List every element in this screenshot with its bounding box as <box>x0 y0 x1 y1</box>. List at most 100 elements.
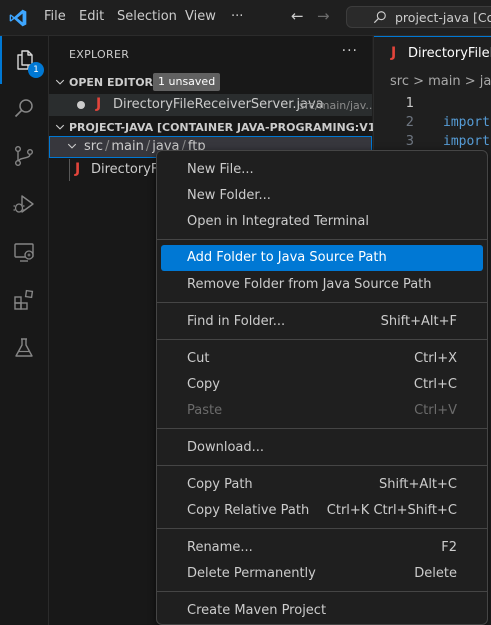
menu-separator <box>157 591 487 592</box>
remote-explorer-icon <box>14 243 34 262</box>
menu-item-copy-path[interactable]: Copy Path Shift+Alt+C <box>161 472 483 498</box>
menu-file[interactable]: File <box>44 9 66 24</box>
folder-seg-main: main <box>111 139 144 154</box>
menu-item-label: Paste <box>187 403 223 418</box>
search-icon <box>373 11 386 24</box>
chevron-down-icon <box>67 143 77 149</box>
chevron-down-icon <box>55 79 65 85</box>
menu-item-open-terminal[interactable]: Open in Integrated Terminal <box>161 209 483 235</box>
menu-separator <box>157 302 487 303</box>
menu-item-label: Open in Integrated Terminal <box>187 214 369 229</box>
folder-seg-src: src <box>84 139 103 154</box>
explorer-button[interactable]: 1 <box>0 36 48 84</box>
menu-separator <box>157 528 487 529</box>
line-number: 2 <box>405 115 414 130</box>
menu-item-copy[interactable]: Copy Ctrl+C <box>161 372 483 398</box>
line-number: 1 <box>405 96 414 111</box>
open-editors-header[interactable]: OPEN EDITORS 1 unsaved <box>49 72 372 94</box>
menu-item-label: Rename... <box>187 540 253 555</box>
menu-item-label: New File... <box>187 162 254 177</box>
sidebar-title: EXPLORER <box>69 48 130 61</box>
menu-edit[interactable]: Edit <box>79 9 104 24</box>
title-bar: File Edit Selection View ··· ← → project… <box>0 0 491 36</box>
menu-selection[interactable]: Selection <box>117 9 177 24</box>
menu-item-label: Copy Path <box>187 477 253 492</box>
menu-item-shortcut: Delete <box>414 566 457 581</box>
menu-item-label: Find in Folder... <box>187 314 286 329</box>
testing-button[interactable] <box>0 324 48 372</box>
breadcrumb[interactable]: src > main > ja <box>390 74 491 89</box>
menu-item-shortcut: Shift+Alt+F <box>380 314 457 329</box>
vscode-logo-icon <box>9 9 27 27</box>
chevron-down-icon <box>55 124 65 130</box>
project-title: PROJECT-JAVA [CONTAINER JAVA-PROGRAMING:… <box>69 121 410 134</box>
context-menu: New File... New Folder... Open in Integr… <box>156 150 488 625</box>
menu-item-shortcut: Ctrl+K Ctrl+Shift+C <box>326 503 457 518</box>
menu-item-copy-relative-path[interactable]: Copy Relative Path Ctrl+K Ctrl+Shift+C <box>161 498 483 524</box>
java-file-icon: J <box>391 45 397 61</box>
menu-item-shortcut: Ctrl+V <box>414 403 457 418</box>
back-arrow-icon[interactable]: ← <box>291 7 304 25</box>
menu-item-shortcut: Ctrl+C <box>413 377 457 392</box>
file-item-name: DirectoryFil <box>91 162 165 177</box>
run-debug-button[interactable] <box>0 180 48 228</box>
menu-item-remove-folder-java-source-path[interactable]: Remove Folder from Java Source Path <box>161 272 483 298</box>
source-control-button[interactable] <box>0 132 48 180</box>
extensions-button[interactable] <box>0 276 48 324</box>
menu-item-label: Delete Permanently <box>187 566 316 581</box>
command-center[interactable]: project-java [Conta <box>346 6 491 28</box>
menu-item-label: Copy Relative Path <box>187 503 310 518</box>
menu-item-new-folder[interactable]: New Folder... <box>161 183 483 209</box>
extensions-icon <box>14 289 34 310</box>
menu-item-download[interactable]: Download... <box>161 435 483 461</box>
menu-item-label: Download... <box>187 440 265 455</box>
explorer-badge: 1 <box>28 62 44 78</box>
open-editor-item[interactable]: J DirectoryFileReceiverServer.java src/m… <box>49 94 376 116</box>
menu-separator <box>157 239 487 240</box>
menu-item-add-folder-java-source-path[interactable]: Add Folder to Java Source Path <box>161 245 483 271</box>
open-editor-filepath: src/main/jav... <box>299 99 376 112</box>
menu-item-label: Cut <box>187 351 210 366</box>
menu-separator <box>157 465 487 466</box>
menu-item-label: Remove Folder from Java Source Path <box>187 277 432 292</box>
java-file-icon: J <box>96 96 102 112</box>
menu-item-rename[interactable]: Rename... F2 <box>161 535 483 561</box>
activity-bar: 1 <box>0 36 49 625</box>
path-separator: / <box>145 139 151 154</box>
editor-tab[interactable]: J DirectoryFileRe <box>374 36 491 71</box>
remote-explorer-button[interactable] <box>0 228 48 276</box>
source-control-icon <box>15 146 33 167</box>
command-center-label: project-java [Conta <box>395 10 491 25</box>
menu-item-delete-permanently[interactable]: Delete Permanently Delete <box>161 561 483 587</box>
menu-item-label: Copy <box>187 377 220 392</box>
forward-arrow-icon[interactable]: → <box>317 7 330 25</box>
menu-item-paste: Paste Ctrl+V <box>161 398 483 424</box>
more-actions-icon[interactable]: ··· <box>342 43 358 59</box>
java-file-icon: J <box>75 161 81 177</box>
open-editor-filename: DirectoryFileReceiverServer.java <box>113 97 324 112</box>
menu-item-label: New Folder... <box>187 188 271 203</box>
open-editors-title: OPEN EDITORS <box>69 76 161 89</box>
menu-item-label: Add Folder to Java Source Path <box>187 250 387 265</box>
search-button[interactable] <box>0 84 48 132</box>
menu-item-new-file[interactable]: New File... <box>161 157 483 183</box>
menu-more[interactable]: ··· <box>231 9 243 24</box>
menu-item-label: Create Maven Project <box>187 603 327 618</box>
menu-separator <box>157 428 487 429</box>
code-keyword[interactable]: import <box>443 134 490 149</box>
menu-item-create-maven-project[interactable]: Create Maven Project <box>161 598 483 624</box>
code-keyword[interactable]: import <box>443 115 490 130</box>
menu-separator <box>157 339 487 340</box>
menu-view[interactable]: View <box>185 9 216 24</box>
run-debug-icon <box>13 195 34 213</box>
testing-icon <box>15 338 33 357</box>
menu-item-shortcut: F2 <box>441 540 457 555</box>
line-number: 3 <box>405 134 414 149</box>
unsaved-badge: 1 unsaved <box>153 73 221 91</box>
unsaved-dot-icon[interactable] <box>77 101 85 109</box>
menu-item-shortcut: Ctrl+X <box>414 351 457 366</box>
search-icon <box>14 99 33 118</box>
menu-item-find-in-folder[interactable]: Find in Folder... Shift+Alt+F <box>161 309 483 335</box>
menu-item-cut[interactable]: Cut Ctrl+X <box>161 346 483 372</box>
menu-item-shortcut: Shift+Alt+C <box>378 477 457 492</box>
